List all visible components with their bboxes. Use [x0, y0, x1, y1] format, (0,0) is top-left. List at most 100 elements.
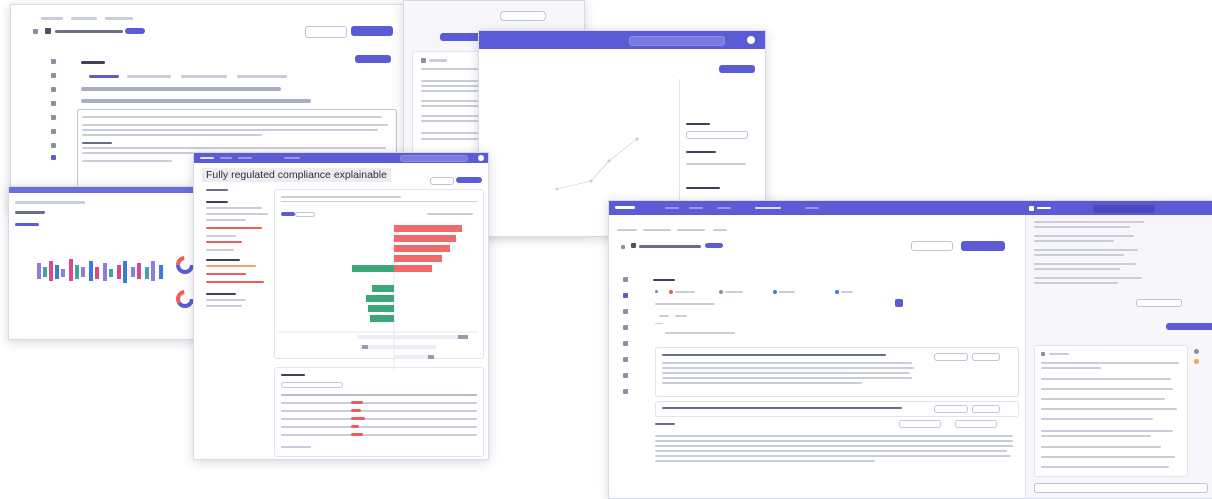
bar-negative	[366, 295, 394, 302]
status-badge	[125, 28, 145, 34]
table-icon[interactable]	[623, 325, 628, 330]
chat-window	[608, 200, 1212, 499]
bar-negative	[352, 265, 394, 272]
app-logo	[615, 206, 635, 209]
tag-chip[interactable]	[500, 11, 546, 21]
chat-panel	[1025, 215, 1212, 498]
save-button[interactable]	[961, 241, 1005, 251]
bar	[137, 263, 141, 279]
bar-positive	[394, 265, 432, 272]
generate-button[interactable]	[355, 55, 391, 63]
tab-4[interactable]	[237, 75, 287, 78]
home-icon[interactable]	[623, 277, 628, 282]
bar-positive	[394, 245, 450, 252]
section-heading	[81, 61, 105, 64]
help-icon[interactable]	[51, 143, 56, 148]
table-row[interactable]	[281, 410, 477, 412]
table-row[interactable]	[281, 402, 477, 404]
bar-negative	[370, 315, 394, 322]
user-icon[interactable]	[623, 389, 628, 394]
donut-charts	[176, 256, 194, 308]
user-icon[interactable]	[51, 155, 56, 160]
range-bars	[358, 335, 468, 359]
link-icon[interactable]	[51, 115, 56, 120]
bar	[117, 265, 121, 279]
open-button[interactable]	[972, 405, 1000, 413]
plus-icon[interactable]	[655, 290, 658, 293]
chat-icon	[1041, 352, 1045, 356]
list-icon[interactable]	[623, 309, 628, 314]
bar	[81, 267, 85, 277]
open-button[interactable]	[972, 353, 1000, 361]
settings-icon[interactable]	[51, 129, 56, 134]
bar	[61, 269, 65, 277]
bar-positive	[394, 225, 462, 232]
bar	[159, 265, 163, 279]
bar-positive	[394, 235, 456, 242]
back-icon[interactable]	[33, 29, 38, 34]
chat-input[interactable]	[1034, 483, 1208, 493]
bar	[43, 267, 47, 277]
tab-3[interactable]	[181, 75, 227, 78]
cite-button[interactable]	[934, 353, 968, 361]
table-row[interactable]	[281, 434, 477, 436]
graph-action-button[interactable]	[719, 65, 755, 73]
document-title	[639, 245, 701, 248]
bar-positive	[394, 255, 442, 262]
table-row[interactable]	[281, 418, 477, 420]
compliance-window: Fully regulated compliance explainable	[193, 152, 489, 460]
new-chat-button[interactable]	[1093, 205, 1155, 213]
copy-icon[interactable]	[1194, 349, 1199, 354]
bar-negative	[372, 285, 394, 292]
sources-chip[interactable]	[1136, 299, 1182, 307]
status-badge	[705, 243, 723, 248]
chart-bars	[37, 259, 163, 283]
query-text	[655, 303, 715, 305]
bar	[75, 265, 79, 279]
bar	[103, 263, 107, 281]
table-search[interactable]	[281, 382, 343, 388]
bar	[109, 269, 113, 277]
result-card[interactable]	[655, 347, 1019, 397]
bar	[131, 267, 135, 277]
table-icon[interactable]	[51, 101, 56, 106]
back-icon[interactable]	[621, 245, 625, 249]
notes-icon	[421, 58, 426, 63]
copy-button[interactable]	[955, 420, 997, 428]
version-select[interactable]	[911, 241, 953, 251]
settings-icon[interactable]	[623, 357, 628, 362]
table-row[interactable]	[281, 426, 477, 428]
tab-2[interactable]	[127, 75, 171, 78]
help-icon[interactable]	[623, 373, 628, 378]
document-icon	[631, 243, 636, 248]
bar	[123, 261, 127, 283]
insert-button[interactable]	[899, 420, 941, 428]
dashboard-window	[8, 186, 206, 340]
section-heading	[653, 279, 675, 281]
graph-search[interactable]	[629, 36, 725, 46]
link-icon[interactable]	[623, 341, 628, 346]
tab-active[interactable]	[89, 75, 119, 78]
bar	[49, 261, 53, 281]
bar-chart	[37, 256, 194, 308]
graph-topbar	[479, 31, 765, 49]
result-card[interactable]	[655, 401, 1019, 417]
list-icon[interactable]	[51, 87, 56, 92]
version-select[interactable]	[305, 26, 347, 38]
cite-button[interactable]	[934, 405, 968, 413]
save-button[interactable]	[351, 26, 393, 36]
flag-icon[interactable]	[1194, 359, 1199, 364]
bar	[55, 265, 59, 279]
search-icon[interactable]	[51, 73, 56, 78]
home-icon[interactable]	[51, 59, 56, 64]
document-title	[55, 30, 123, 33]
bar	[37, 263, 41, 279]
pagination[interactable]	[281, 446, 311, 448]
send-button[interactable]	[895, 299, 903, 307]
document-icon	[45, 28, 51, 34]
bar	[145, 267, 149, 279]
search-icon[interactable]	[623, 293, 628, 298]
chat-topbar	[609, 201, 1212, 215]
avatar[interactable]	[747, 36, 755, 44]
bar-negative	[368, 305, 394, 312]
